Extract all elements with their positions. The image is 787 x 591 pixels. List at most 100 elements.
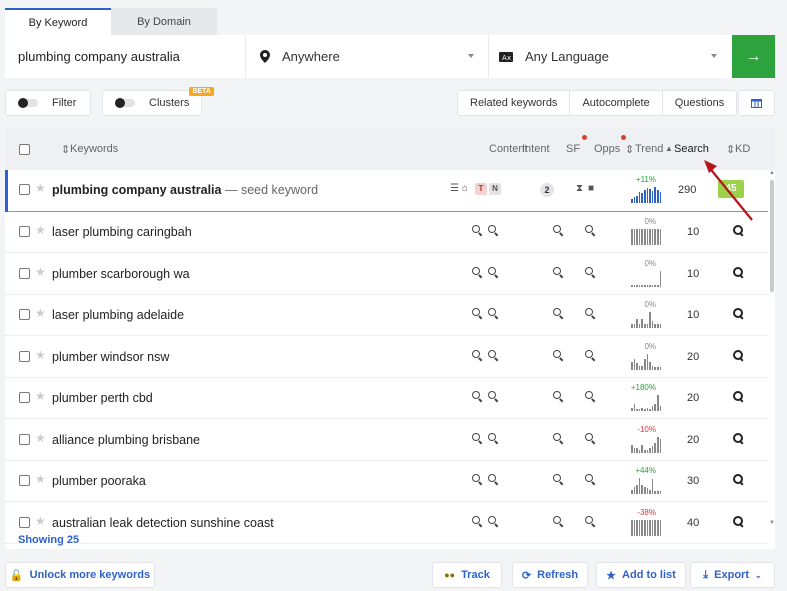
table-row[interactable]: ★ laser plumbing caringbah 0% 10 xyxy=(5,212,768,253)
opps-search-icon[interactable] xyxy=(585,432,596,444)
intent-search-icon[interactable] xyxy=(488,515,499,527)
seed-keyword-row[interactable]: ★ plumbing company australia — seed keyw… xyxy=(5,170,768,212)
export-button[interactable]: ⤓ Export ⌄ xyxy=(690,562,775,588)
keyword-cell[interactable]: plumbing company australia — seed keywor… xyxy=(52,183,318,197)
keyword-text[interactable]: laser plumbing caringbah xyxy=(52,225,192,239)
scroll-down-icon[interactable]: ▼ xyxy=(769,520,775,526)
opps-search-icon[interactable] xyxy=(585,391,596,402)
table-row[interactable]: ★ plumber pooraka +44% 30 xyxy=(5,461,768,502)
kd-search-icon[interactable] xyxy=(733,515,744,527)
content-search-icon[interactable] xyxy=(472,266,483,278)
row-checkbox[interactable] xyxy=(19,475,30,486)
scroll-up-icon[interactable]: ▲ xyxy=(769,170,775,176)
tab-by-keyword[interactable]: By Keyword xyxy=(5,8,111,36)
kd-search-icon[interactable] xyxy=(733,266,744,278)
content-search-icon[interactable] xyxy=(472,474,483,485)
content-search-icon[interactable] xyxy=(472,391,483,402)
header-keywords[interactable]: Keywords xyxy=(70,143,118,155)
scrollbar-thumb[interactable] xyxy=(770,180,774,292)
refresh-button[interactable]: ⟳ Refresh xyxy=(512,562,588,588)
row-checkbox[interactable] xyxy=(19,433,30,445)
filter-toggle[interactable]: Filter xyxy=(5,90,91,116)
intent-search-icon[interactable] xyxy=(488,474,499,485)
header-opps[interactable]: Opps xyxy=(594,143,620,155)
content-search-icon[interactable] xyxy=(472,515,483,527)
kd-search-icon[interactable] xyxy=(733,225,744,236)
row-checkbox[interactable] xyxy=(19,267,30,279)
search-submit-button[interactable]: → xyxy=(732,35,775,78)
intent-search-icon[interactable] xyxy=(488,391,499,402)
keyword-input[interactable] xyxy=(5,35,245,78)
sf-search-icon[interactable] xyxy=(553,474,564,485)
header-search[interactable]: Search xyxy=(674,143,709,155)
star-icon[interactable]: ★ xyxy=(35,265,46,279)
table-row[interactable]: ★ plumber windsor nsw 0% 20 xyxy=(5,336,768,378)
intent-search-icon[interactable] xyxy=(488,266,499,278)
location-select[interactable]: Anywhere xyxy=(246,35,488,78)
kd-search-icon[interactable] xyxy=(733,349,744,361)
sf-search-icon[interactable] xyxy=(553,349,564,361)
keyword-text[interactable]: laser plumbing adelaide xyxy=(52,308,184,322)
clusters-toggle[interactable]: Clusters BETA xyxy=(102,87,214,116)
intent-search-icon[interactable] xyxy=(488,225,499,236)
vertical-scrollbar[interactable]: ▲ ▼ xyxy=(768,170,775,549)
keyword-text[interactable]: plumber scarborough wa xyxy=(52,267,190,281)
select-all-checkbox[interactable] xyxy=(19,144,30,155)
keyword-text[interactable]: australian leak detection sunshine coast xyxy=(52,516,274,530)
unlock-more-button[interactable]: 🔓 Unlock more keywords xyxy=(5,562,155,588)
content-search-icon[interactable] xyxy=(472,225,483,236)
star-icon[interactable]: ★ xyxy=(35,389,46,403)
opps-search-icon[interactable] xyxy=(585,515,596,527)
star-icon[interactable]: ★ xyxy=(35,306,46,320)
star-icon[interactable]: ★ xyxy=(35,514,46,528)
kd-search-icon[interactable] xyxy=(733,432,744,444)
intent-search-icon[interactable] xyxy=(488,308,499,319)
columns-button[interactable] xyxy=(738,90,775,116)
tab-related-keywords[interactable]: Related keywords xyxy=(458,91,571,115)
intent-search-icon[interactable] xyxy=(488,432,499,444)
content-search-icon[interactable] xyxy=(472,308,483,319)
keyword-text[interactable]: plumber pooraka xyxy=(52,474,146,488)
keyword-text[interactable]: plumber windsor nsw xyxy=(52,350,169,364)
star-icon[interactable]: ★ xyxy=(35,223,46,237)
row-checkbox[interactable] xyxy=(19,516,30,528)
language-select[interactable]: Ax Any Language xyxy=(489,35,731,78)
row-checkbox[interactable] xyxy=(19,350,30,362)
header-trend[interactable]: Trend xyxy=(635,143,663,155)
header-sf[interactable]: SF xyxy=(566,143,580,155)
star-icon[interactable]: ★ xyxy=(35,348,46,362)
opps-search-icon[interactable] xyxy=(585,308,596,319)
sf-search-icon[interactable] xyxy=(553,391,564,402)
intent-search-icon[interactable] xyxy=(488,349,499,361)
kd-search-icon[interactable] xyxy=(733,474,744,485)
row-checkbox[interactable] xyxy=(19,184,30,195)
table-row[interactable]: ★ plumber perth cbd +180% 20 xyxy=(5,378,768,419)
toggle-switch[interactable] xyxy=(18,98,38,108)
add-to-list-button[interactable]: ★ Add to list xyxy=(596,562,686,588)
header-kd[interactable]: KD xyxy=(735,143,750,155)
tab-questions[interactable]: Questions xyxy=(663,91,737,115)
sf-search-icon[interactable] xyxy=(553,432,564,444)
content-search-icon[interactable] xyxy=(472,349,483,361)
header-intent[interactable]: Intent xyxy=(522,143,550,155)
row-checkbox[interactable] xyxy=(19,226,30,237)
table-row[interactable]: ★ australian leak detection sunshine coas… xyxy=(5,502,768,544)
sf-search-icon[interactable] xyxy=(553,515,564,527)
star-icon[interactable]: ★ xyxy=(35,472,46,486)
table-row[interactable]: ★ plumber scarborough wa 0% 10 xyxy=(5,253,768,295)
table-row[interactable]: ★ alliance plumbing brisbane -10% 20 xyxy=(5,419,768,461)
opps-search-icon[interactable] xyxy=(585,266,596,278)
table-row[interactable]: ★ laser plumbing adelaide 0% 10 xyxy=(5,295,768,336)
content-search-icon[interactable] xyxy=(472,432,483,444)
row-checkbox[interactable] xyxy=(19,392,30,403)
sf-search-icon[interactable] xyxy=(553,266,564,278)
sf-search-icon[interactable] xyxy=(553,225,564,236)
opps-search-icon[interactable] xyxy=(585,474,596,485)
kd-search-icon[interactable] xyxy=(733,308,744,319)
star-icon[interactable]: ★ xyxy=(35,431,46,445)
track-button[interactable]: ●● Track xyxy=(432,562,502,588)
sf-search-icon[interactable] xyxy=(553,308,564,319)
tab-autocomplete[interactable]: Autocomplete xyxy=(570,91,663,115)
opps-search-icon[interactable] xyxy=(585,349,596,361)
kd-search-icon[interactable] xyxy=(733,391,744,402)
